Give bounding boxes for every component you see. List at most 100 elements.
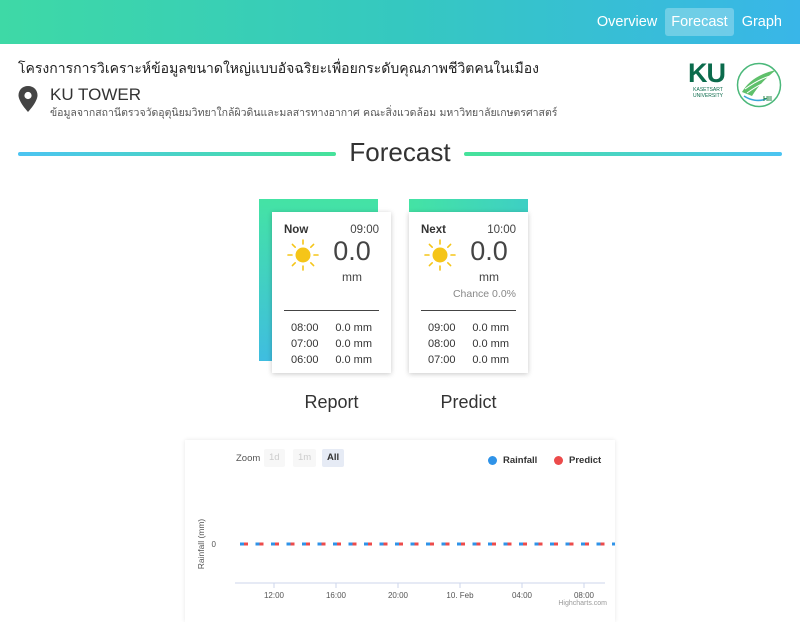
nav-forecast[interactable]: Forecast xyxy=(665,8,734,36)
rainfall-bar xyxy=(488,542,492,546)
predict-bar xyxy=(507,542,512,546)
rainfall-bar xyxy=(364,542,368,546)
history-row: 08:00 0.0 mm xyxy=(284,320,379,336)
history-time: 08:00 xyxy=(291,322,319,334)
history-value: 0.0 mm xyxy=(472,354,509,366)
rainfall-bar xyxy=(271,542,275,546)
rainfall-bar xyxy=(255,542,260,546)
predict-bar xyxy=(430,542,434,546)
history-value: 0.0 mm xyxy=(335,354,372,366)
rainfall-bar xyxy=(612,542,615,546)
predict-card: Next 10:00 0.0 mm Chance 0.0% 09:00 0.0 … xyxy=(409,212,528,373)
predict-divider xyxy=(421,310,516,311)
predict-card-accent xyxy=(409,199,528,213)
rainfall-bar xyxy=(503,542,508,546)
rainfall-bar xyxy=(534,542,539,546)
x-tick-label: 12:00 xyxy=(264,591,285,600)
project-title: โครงการการวิเคราะห์ข้อมูลขนาดใหญ่แบบอัจฉ… xyxy=(18,61,540,77)
rainfall-bar xyxy=(410,542,415,546)
report-label: Now xyxy=(284,224,309,236)
rainfall-bar xyxy=(286,542,291,546)
station-description: ข้อมูลจากสถานีตรวจวัดอุตุนิยมวิทยาใกล้ผิ… xyxy=(50,107,558,119)
predict-bar xyxy=(538,542,543,546)
predict-bar xyxy=(259,542,264,546)
legend-rainfall-label: Rainfall xyxy=(503,455,538,466)
top-navbar: Overview Forecast Graph xyxy=(0,0,800,44)
predict-chance: Chance 0.0% xyxy=(452,288,516,300)
nav-graph[interactable]: Graph xyxy=(736,8,788,36)
history-row: 09:00 0.0 mm xyxy=(421,320,516,336)
predict-bar xyxy=(321,542,326,546)
predict-bar xyxy=(383,542,388,546)
history-time: 07:00 xyxy=(428,354,456,366)
rainfall-bar xyxy=(302,542,306,546)
rainfall-bar xyxy=(317,542,322,546)
hii-logo: HII xyxy=(736,62,782,108)
history-time: 06:00 xyxy=(291,354,319,366)
report-card: Now 09:00 0.0 mm 08:00 0.0 mm 07:00 0.0 … xyxy=(272,212,391,373)
predict-bar xyxy=(554,542,558,546)
x-tick-label: 20:00 xyxy=(388,591,409,600)
zoom-all-button[interactable]: All xyxy=(322,449,345,467)
sun-icon xyxy=(287,239,319,271)
predict-bar xyxy=(523,542,527,546)
rainfall-chart: 0 Rainfall (mm) 12:00 16:00 20:00 10. Feb 04:0… xyxy=(185,440,615,622)
rainfall-bar xyxy=(395,542,399,546)
rainfall-bar xyxy=(550,542,554,546)
ku-logo-letters: KU xyxy=(688,58,726,88)
rainfall-bar xyxy=(379,542,384,546)
predict-time: 10:00 xyxy=(487,224,516,236)
chart-credit[interactable]: Highcharts.com xyxy=(558,600,607,607)
predict-bar xyxy=(585,542,589,546)
report-time: 09:00 xyxy=(350,224,379,236)
rainfall-bar xyxy=(441,542,446,546)
station-name: KU TOWER xyxy=(50,85,141,104)
x-tick-label: 04:00 xyxy=(512,591,533,600)
predict-history: 09:00 0.0 mm 08:00 0.0 mm 07:00 0.0 mm xyxy=(421,320,516,368)
legend-rainfall-dot xyxy=(488,456,497,465)
predict-bar xyxy=(399,542,403,546)
rainfall-bar xyxy=(457,542,461,546)
map-pin-icon xyxy=(18,86,38,112)
y-tick-label: 0 xyxy=(212,540,217,549)
predict-bar xyxy=(476,542,481,546)
history-value: 0.0 mm xyxy=(472,322,509,334)
legend-predict[interactable]: Predict xyxy=(554,455,601,466)
rainfall-bar xyxy=(333,542,337,546)
report-caption: Report xyxy=(304,392,359,412)
predict-bar xyxy=(414,542,419,546)
ku-logo-line2: UNIVERSITY xyxy=(692,93,723,99)
history-value: 0.0 mm xyxy=(335,322,372,334)
section-title: Forecast xyxy=(349,137,451,167)
nav-overview[interactable]: Overview xyxy=(591,8,663,36)
x-tick-label: 16:00 xyxy=(326,591,347,600)
nav-menu: Overview Forecast Graph xyxy=(589,8,788,36)
rainfall-bar xyxy=(348,542,353,546)
x-tick-label: 10. Feb xyxy=(446,591,474,600)
predict-bar xyxy=(492,542,496,546)
predict-bar xyxy=(306,542,310,546)
predict-bar xyxy=(445,542,450,546)
report-divider xyxy=(284,310,379,311)
sun-icon xyxy=(424,239,456,271)
rainfall-bar xyxy=(240,542,244,546)
history-row: 06:00 0.0 mm xyxy=(284,352,379,368)
hii-logo-text: HII xyxy=(763,96,772,103)
predict-unit: mm xyxy=(479,270,499,284)
report-history: 08:00 0.0 mm 07:00 0.0 mm 06:00 0.0 mm xyxy=(284,320,379,368)
predict-bar xyxy=(352,542,357,546)
y-axis-title: Rainfall (mm) xyxy=(196,519,206,570)
history-value: 0.0 mm xyxy=(335,338,372,350)
zoom-1m-button[interactable]: 1m xyxy=(293,449,317,467)
history-time: 07:00 xyxy=(291,338,319,350)
history-row: 08:00 0.0 mm xyxy=(421,336,516,352)
legend-rainfall[interactable]: Rainfall xyxy=(488,455,537,466)
rainfall-bar xyxy=(596,542,601,546)
zoom-1d-button[interactable]: 1d xyxy=(264,449,285,467)
rainfall-bar xyxy=(519,542,523,546)
heading-rule-left xyxy=(18,152,336,156)
zoom-label: Zoom xyxy=(236,453,261,464)
predict-bar xyxy=(337,542,341,546)
predict-value: 0.0 xyxy=(470,236,508,266)
predict-bar xyxy=(569,542,574,546)
